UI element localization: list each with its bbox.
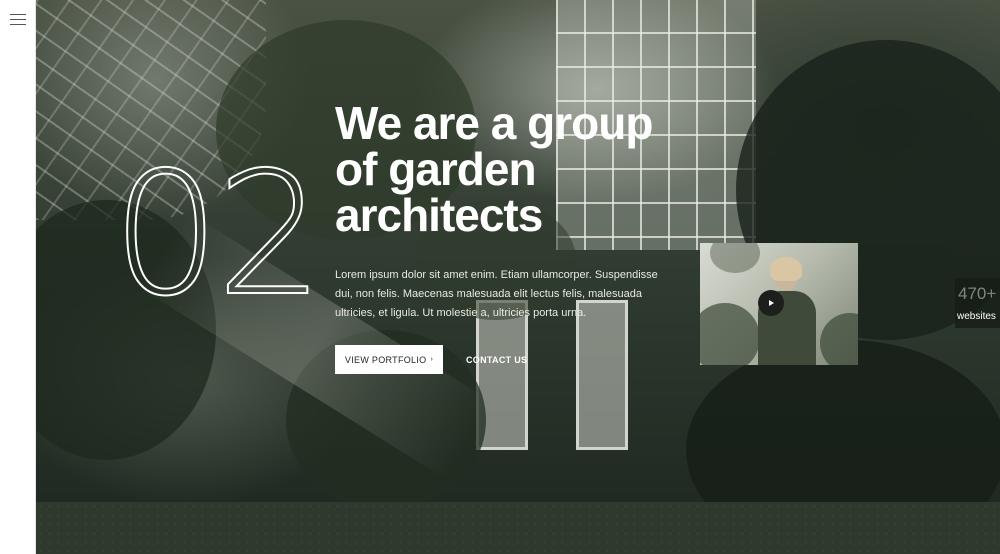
stats-label: websites (957, 311, 996, 322)
video-thumbnail[interactable] (700, 243, 858, 365)
view-portfolio-button[interactable]: VIEW PORTFOLIO › (335, 345, 443, 374)
hamburger-menu-icon[interactable] (10, 14, 26, 26)
headline-line: We are a group (335, 97, 653, 149)
hero-intro-text: Lorem ipsum dolor sit amet enim. Etiam u… (335, 269, 658, 319)
chevron-right-icon: › (430, 356, 434, 363)
play-icon (769, 300, 774, 306)
video-foliage (700, 303, 760, 365)
stats-number: 470+ (958, 284, 997, 303)
contact-us-button[interactable]: CONTACT US (466, 345, 527, 374)
sidebar (0, 0, 36, 554)
stats-badge: 470+ websites (955, 278, 1000, 328)
hero-headline: We are a group of garden architects (335, 100, 695, 238)
next-section-band (36, 502, 1000, 554)
play-button[interactable] (758, 290, 784, 316)
headline-line: of garden (335, 143, 537, 195)
video-foliage (820, 313, 858, 365)
headline-line: architects (335, 189, 543, 241)
video-foliage (710, 243, 760, 273)
view-portfolio-label: VIEW PORTFOLIO (344, 354, 427, 365)
slide-number: 02 (111, 136, 325, 334)
person-hair (770, 257, 802, 281)
